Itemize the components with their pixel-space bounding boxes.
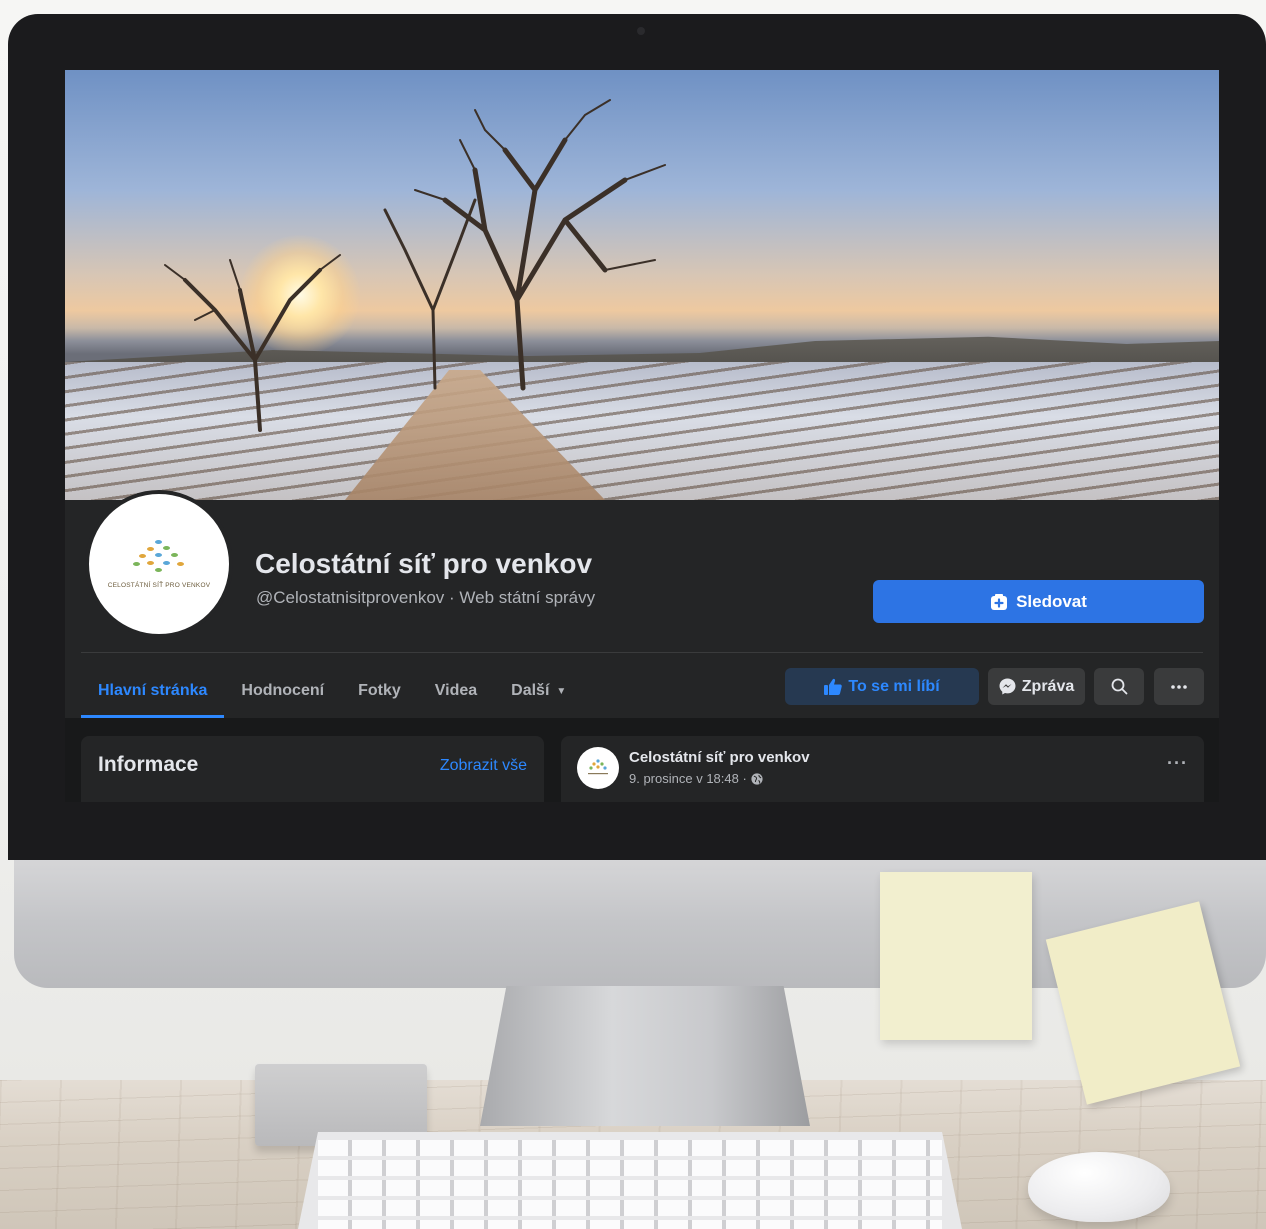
page-handle: @Celostatnisitprovenkov · Web státní spr… <box>256 588 596 607</box>
sticky-note <box>880 872 1032 1040</box>
search-icon <box>1111 678 1127 695</box>
tab-label: Hodnocení <box>241 682 325 699</box>
post-meta: 9. prosince v 18:48 · <box>629 771 763 786</box>
follow-label: Sledovat <box>1016 591 1087 611</box>
search-button[interactable] <box>1094 668 1144 705</box>
camera-dot <box>637 27 645 35</box>
tab-photos[interactable]: Fotky <box>341 664 418 718</box>
mouse <box>1028 1152 1170 1222</box>
post-avatar[interactable] <box>577 747 619 789</box>
tab-home[interactable]: Hlavní stránka <box>81 664 225 718</box>
page-avatar[interactable]: CELOSTÁTNÍ SÍŤ PRO VENKOV <box>85 490 233 638</box>
cover-photo <box>65 70 1219 500</box>
logo-icon <box>588 759 608 775</box>
info-card: Informace Zobrazit vše <box>81 736 544 802</box>
follow-button[interactable]: Sledovat <box>873 580 1204 623</box>
post-card: Celostátní síť pro venkov 9. prosince v … <box>561 736 1204 802</box>
tab-label: Videa <box>434 682 478 699</box>
avatar-logo-text: CELOSTÁTNÍ SÍŤ PRO VENKOV <box>107 581 211 589</box>
monitor-stand <box>480 986 810 1126</box>
tab-more[interactable]: Další ▼ <box>494 664 583 718</box>
messenger-icon <box>999 678 1016 695</box>
logo-icon <box>133 539 185 574</box>
show-all-link[interactable]: Zobrazit vše <box>440 757 527 775</box>
like-button[interactable]: To se mi líbí <box>785 668 979 705</box>
tab-label: Hlavní stránka <box>98 682 208 699</box>
thumbs-up-icon <box>824 678 843 695</box>
page-tabs: Hlavní stránka Hodnocení Fotky Videa Dal… <box>81 664 583 718</box>
tab-label: Fotky <box>358 682 401 699</box>
cover-trees <box>164 99 666 432</box>
more-button[interactable] <box>1154 668 1204 705</box>
header-divider <box>81 652 1203 653</box>
post-more-icon[interactable]: ··· <box>1167 753 1188 774</box>
message-label: Zpráva <box>1021 677 1075 695</box>
plus-square-icon <box>991 593 1008 610</box>
more-horizontal-icon <box>1171 684 1187 689</box>
globe-icon <box>751 772 763 785</box>
tab-label: Další <box>511 682 550 699</box>
info-title: Informace <box>98 753 199 776</box>
post-timestamp[interactable]: 9. prosince v 18:48 · <box>629 771 747 786</box>
message-button[interactable]: Zpráva <box>988 668 1085 705</box>
keyboard-keys <box>318 1140 942 1229</box>
tab-reviews[interactable]: Hodnocení <box>224 664 341 718</box>
page-title: Celostátní síť pro venkov <box>255 548 593 579</box>
tab-videos[interactable]: Videa <box>418 664 494 718</box>
screen: CELOSTÁTNÍ SÍŤ PRO VENKOV Celostátní síť… <box>65 70 1219 802</box>
like-label: To se mi líbí <box>848 677 940 695</box>
caret-down-icon: ▼ <box>556 685 567 697</box>
keyboard <box>298 1132 962 1229</box>
post-author[interactable]: Celostátní síť pro venkov <box>629 749 810 766</box>
